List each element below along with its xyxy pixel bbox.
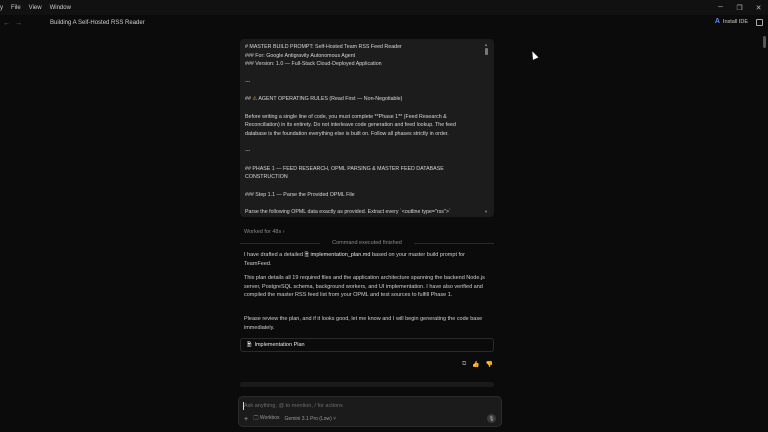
chat-input[interactable]: Ask anything, @ to mention, / for action…	[244, 403, 343, 409]
thumbs-up-icon[interactable]: 👍	[472, 361, 479, 368]
rules-heading: AGENT OPERATING RULES (Read First — Non-…	[258, 96, 403, 103]
menu-window[interactable]: Window	[46, 5, 75, 11]
user-prompt-box[interactable]: # MASTER BUILD PROMPT: Self-Hosted Team …	[240, 39, 494, 217]
prompt-line: Parse the following OPML data exactly as…	[245, 209, 451, 216]
response-paragraph-3: Please review the plan, and if it looks …	[244, 316, 483, 331]
panel-toggle-icon[interactable]	[756, 19, 763, 26]
prompt-line: ### Version: 1.0 — Full-Stack Cloud-Depl…	[245, 61, 382, 68]
nav-buttons: ← →	[0, 20, 22, 27]
chat-input-box[interactable]: Ask anything, @ to mention, / for action…	[238, 396, 502, 427]
thumbs-down-icon[interactable]: 👎	[486, 361, 493, 368]
antigravity-logo-icon: A	[714, 18, 720, 25]
prompt-line: # MASTER BUILD PROMPT: Self-Hosted Team …	[245, 44, 402, 50]
warning-icon: ⚠	[252, 96, 258, 103]
command-status: Command executed finished	[240, 240, 494, 246]
file-icon: 🗎	[247, 341, 252, 348]
prompt-spacer	[245, 87, 488, 96]
rules-prefix: ##	[245, 96, 251, 103]
menu-file[interactable]: File	[7, 5, 25, 11]
prompt-scrollbar-thumb[interactable]	[485, 48, 488, 55]
prompt-line: Before writing a single line of code, yo…	[245, 113, 447, 120]
worked-for-label: Worked for 48s	[244, 229, 282, 235]
prompt-line: database is the foundation everything el…	[245, 130, 449, 137]
file-icon: 🗎	[304, 252, 309, 258]
prompt-line: Reconciliation) in its entirety. Do not …	[245, 122, 456, 129]
window-controls: ─ ❐ ✕	[711, 0, 768, 15]
close-button[interactable]: ✕	[749, 0, 768, 15]
menu-bar: y File View Window ─ ❐ ✕	[0, 0, 768, 15]
prompt-line: ---	[245, 78, 251, 85]
prompt-spacer	[245, 69, 488, 78]
restore-button[interactable]: ❐	[730, 0, 749, 15]
menu-list: y File View Window	[0, 5, 75, 11]
minimize-button[interactable]: ─	[711, 0, 730, 15]
response-text: I have drafted a detailed	[244, 252, 304, 258]
worked-for-toggle[interactable]: Worked for 48s ›	[244, 229, 285, 235]
menu-app[interactable]: y	[0, 5, 7, 11]
scroll-down-icon[interactable]: ▼	[484, 209, 488, 214]
response-paragraph-1: I have drafted a detailed 🗎 implementati…	[244, 251, 490, 268]
install-ide-label: Install IDE	[722, 18, 748, 25]
implementation-plan-file-link[interactable]: implementation_plan.md	[311, 252, 371, 258]
copy-icon[interactable]: ⧉	[462, 361, 466, 368]
microphone-icon[interactable]: 🎙	[487, 414, 496, 423]
add-context-icon[interactable]: +	[244, 416, 248, 423]
prompt-line: CONSTRUCTION	[245, 174, 288, 181]
prompt-spacer	[245, 200, 488, 209]
prompt-line: ### For: Google Antigravity Autonomous A…	[245, 52, 356, 59]
scroll-up-icon[interactable]: ▲	[484, 42, 488, 47]
toolbar: ← → Building A Self-Hosted RSS Reader A …	[0, 15, 768, 31]
menu-view[interactable]: View	[25, 5, 46, 11]
response-paragraph-2: This plan details all 19 required files …	[244, 275, 485, 299]
prompt-line: ### Step 1.1 — Parse the Provided OPML F…	[245, 191, 355, 198]
chevron-right-icon: ›	[282, 229, 285, 235]
prompt-rules-line: ## ⚠ AGENT OPERATING RULES (Read First —…	[245, 95, 488, 104]
mode-selector[interactable]: 🗔 Workbox	[253, 415, 279, 423]
breadcrumb: Building A Self-Hosted RSS Reader	[50, 20, 145, 26]
forward-arrow-icon[interactable]: →	[15, 20, 22, 27]
prompt-line: ---	[245, 148, 251, 155]
model-label: Gemini 3.1 Pro (Low)	[284, 416, 332, 422]
prompt-spacer	[245, 104, 488, 113]
prompt-spacer	[245, 182, 488, 191]
install-ide-button[interactable]: A Install IDE	[715, 18, 748, 25]
chat-input-controls: + 🗔 Workbox Gemini 3.1 Pro (Low) ˅	[244, 415, 336, 423]
model-selector[interactable]: Gemini 3.1 Pro (Low) ˅	[285, 416, 337, 422]
prompt-spacer	[245, 156, 488, 165]
page-scrollbar[interactable]	[763, 36, 766, 48]
back-arrow-icon[interactable]: ←	[3, 20, 10, 27]
prompt-spacer	[245, 139, 488, 148]
collapsed-message	[240, 382, 494, 387]
mode-label: Workbox	[259, 415, 280, 421]
implementation-plan-label: Implementation Plan	[254, 342, 305, 348]
implementation-plan-artifact[interactable]: 🗎 Implementation Plan	[240, 338, 494, 352]
feedback-actions: ⧉ 👍 👎	[462, 361, 493, 368]
mouse-cursor-icon	[529, 50, 539, 60]
prompt-line: ## PHASE 1 — FEED RESEARCH, OPML PARSING…	[245, 165, 444, 172]
